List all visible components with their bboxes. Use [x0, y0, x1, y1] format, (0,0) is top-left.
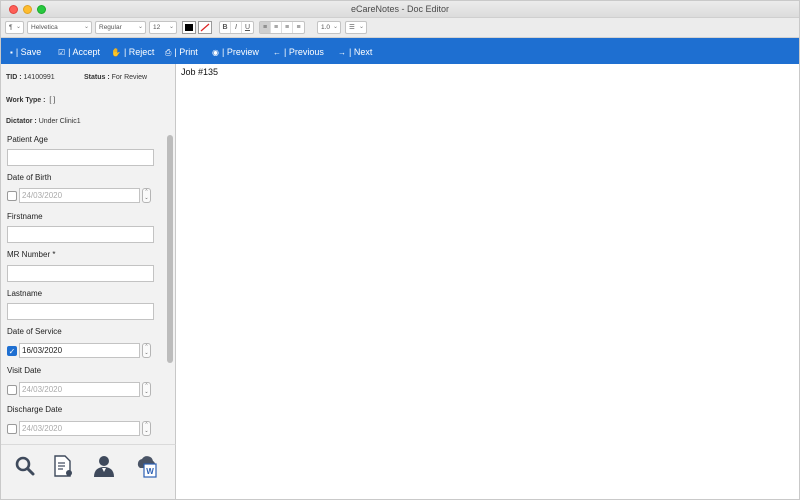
- preview-icon: ◉: [212, 48, 219, 57]
- next-icon: →: [338, 48, 346, 57]
- no-color-icon: [200, 23, 210, 32]
- discharge-date-input[interactable]: 24/03/2020: [19, 421, 140, 436]
- form-scrollbar[interactable]: [167, 135, 173, 363]
- lastname-label: Lastname: [7, 289, 43, 298]
- font-size-select[interactable]: 12 ⌄: [149, 21, 177, 34]
- search-icon[interactable]: [13, 453, 37, 479]
- dob-input[interactable]: 24/03/2020: [19, 188, 140, 203]
- status-info: Status : For Review: [84, 74, 148, 81]
- patient-age-input[interactable]: [7, 149, 154, 166]
- font-size-value: 12: [153, 24, 161, 31]
- reject-button[interactable]: ✋ | Reject: [111, 46, 154, 58]
- discharge-date-checkbox[interactable]: [7, 424, 17, 434]
- editor-content: Job #135: [181, 67, 219, 77]
- dos-checkbox[interactable]: ✓: [7, 346, 17, 356]
- panel-footer: W: [1, 444, 176, 499]
- dob-label: Date of Birth: [7, 173, 52, 182]
- preview-button[interactable]: ◉ | Preview: [212, 46, 259, 58]
- save-button[interactable]: ▪ | Save: [10, 46, 41, 58]
- highlight-color-button[interactable]: [198, 21, 212, 34]
- format-toolbar: ¶ ⌄ Helvetica ⌄ Regular ⌄ 12 ⌄ B I U ≡ ≡ ≡ ≡…: [1, 18, 799, 38]
- list-icon: ☰: [349, 24, 355, 31]
- save-icon: ▪: [10, 48, 13, 57]
- font-style-value: Regular: [99, 24, 122, 31]
- discharge-date-stepper[interactable]: ⌃ ⌄: [142, 421, 151, 436]
- align-center-button[interactable]: ≡: [271, 22, 282, 33]
- worktype-info: Work Type : [ ]: [6, 97, 56, 104]
- dos-input[interactable]: 16/03/2020: [19, 343, 140, 358]
- align-justify-button[interactable]: ≡: [293, 22, 304, 33]
- document-editor[interactable]: Job #135: [177, 64, 799, 499]
- tid-info: TID : 14100991: [6, 74, 55, 81]
- visit-date-checkbox[interactable]: [7, 385, 17, 395]
- svg-text:W: W: [146, 467, 154, 476]
- visit-date-stepper[interactable]: ⌃ ⌄: [142, 382, 151, 397]
- patient-age-label: Patient Age: [7, 135, 48, 144]
- next-button[interactable]: → | Next: [338, 46, 372, 58]
- align-right-button[interactable]: ≡: [282, 22, 293, 33]
- italic-button[interactable]: I: [231, 22, 242, 33]
- cloud-word-icon[interactable]: W: [135, 453, 159, 479]
- discharge-date-label: Discharge Date: [7, 405, 63, 414]
- print-icon: ⎙: [165, 48, 172, 57]
- action-toolbar: ▪ | Save ☑ | Accept ✋ | Reject ⎙ | Print ◉ | …: [1, 38, 799, 64]
- visit-date-label: Visit Date: [7, 366, 42, 375]
- underline-button[interactable]: U: [242, 22, 253, 33]
- font-family-select[interactable]: Helvetica ⌄: [27, 21, 92, 34]
- app-window: eCareNotes - Doc Editor ¶ ⌄ Helvetica ⌄ Re…: [0, 0, 800, 500]
- dob-stepper[interactable]: ⌃ ⌄: [142, 188, 151, 203]
- previous-icon: ←: [273, 48, 281, 57]
- line-spacing-select[interactable]: 1.0 ⌄: [317, 21, 341, 34]
- dob-checkbox[interactable]: [7, 191, 17, 201]
- firstname-input[interactable]: [7, 226, 154, 243]
- doctor-icon[interactable]: [92, 453, 116, 479]
- previous-button[interactable]: ← | Previous: [273, 46, 324, 58]
- firstname-label: Firstname: [7, 212, 43, 221]
- print-button[interactable]: ⎙ | Print: [165, 46, 198, 58]
- line-spacing-value: 1.0: [321, 24, 331, 31]
- mr-number-input[interactable]: [7, 265, 154, 282]
- text-style-group: B I U: [219, 21, 254, 34]
- dos-label: Date of Service: [7, 327, 62, 336]
- list-style-select[interactable]: ☰ ⌄: [345, 21, 367, 34]
- accept-icon: ☑: [58, 48, 66, 57]
- alignment-group: ≡ ≡ ≡ ≡: [259, 21, 305, 34]
- title-bar: eCareNotes - Doc Editor: [1, 1, 799, 18]
- text-color-button[interactable]: [182, 21, 196, 34]
- reject-icon: ✋: [111, 48, 121, 57]
- dictator-info: Dictator : Under Clinic1: [6, 118, 81, 125]
- visit-date-input[interactable]: 24/03/2020: [19, 382, 140, 397]
- accept-button[interactable]: ☑ | Accept: [58, 46, 100, 58]
- patient-form: Patient Age Date of Birth 24/03/2020 ⌃ ⌄ …: [1, 132, 165, 444]
- paragraph-icon: ¶: [9, 24, 13, 31]
- job-details-panel: TID : 14100991 Status : For Review Work …: [1, 64, 176, 444]
- lastname-input[interactable]: [7, 303, 154, 320]
- mr-number-label: MR Number *: [7, 250, 56, 259]
- bold-button[interactable]: B: [220, 22, 231, 33]
- document-settings-icon[interactable]: [51, 453, 75, 479]
- dos-stepper[interactable]: ⌃ ⌄: [142, 343, 151, 358]
- font-family-value: Helvetica: [31, 24, 58, 31]
- paragraph-style-select[interactable]: ¶ ⌄: [5, 21, 24, 34]
- align-left-button[interactable]: ≡: [260, 22, 271, 33]
- window-title: eCareNotes - Doc Editor: [350, 4, 450, 14]
- font-style-select[interactable]: Regular ⌄: [95, 21, 146, 34]
